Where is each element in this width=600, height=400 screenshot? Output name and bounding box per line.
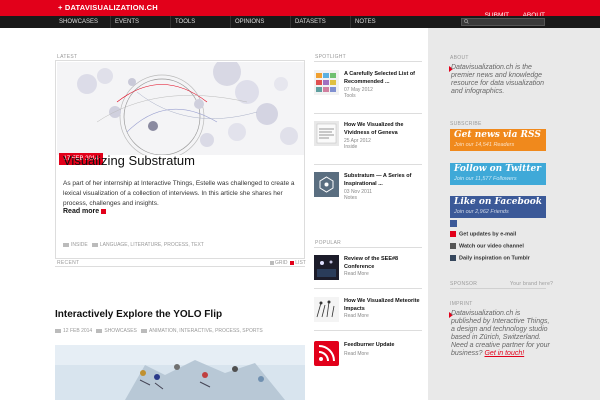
facebook-big-label: Like on Facebook — [454, 197, 542, 207]
spotlight-thumbnail — [314, 70, 339, 95]
popular-thumbnail — [314, 297, 339, 322]
recent-date: 12 FEB 2014 — [63, 328, 93, 334]
popular-category[interactable]: Read More — [344, 271, 369, 277]
grid-view-button[interactable]: GRID — [270, 260, 288, 266]
subscribe-label: SUBSCRIBE — [450, 121, 482, 127]
read-more-label: Read more — [63, 208, 100, 215]
latest-article-card[interactable]: 17 FEB 2014 Visualizing Substratum As pa… — [55, 60, 305, 259]
latest-category[interactable]: INSIDE — [71, 242, 88, 248]
tumblr-icon — [450, 255, 456, 261]
recent-tags[interactable]: ANIMATION, INTERACTIVE, PROCESS, SPORTS — [149, 328, 263, 334]
facebook-small-label: Join our 2,962 Friends — [454, 209, 509, 215]
spotlight-category[interactable]: Notes — [344, 195, 357, 201]
popular-title[interactable]: How We Visualized Meteorite Impacts — [344, 297, 426, 313]
tag-icon — [91, 242, 98, 247]
popular-category[interactable]: Read More — [344, 351, 369, 357]
popular-label: POPULAR — [315, 240, 341, 246]
read-more-link[interactable]: Read more — [63, 208, 107, 215]
rss-icon — [314, 341, 339, 366]
arrow-icon — [101, 208, 107, 214]
search-icon — [464, 19, 469, 24]
popular-title[interactable]: Feedburner Update — [344, 341, 426, 349]
email-updates-link[interactable]: Get updates by e-mail — [450, 231, 516, 237]
popular-divider — [314, 330, 422, 331]
spotlight-category[interactable]: Tools — [344, 93, 356, 99]
rss-subscribe-button[interactable]: Get news via RSS Join our 14,541 Readers — [450, 129, 546, 151]
latest-article-title[interactable]: Visualizing Substratum — [63, 153, 195, 168]
get-in-touch-link[interactable]: Get in touch! — [484, 350, 524, 357]
tumblr-link[interactable]: Daily inspiration on Tumblr — [450, 255, 530, 261]
top-bar: + DATAVISUALIZATION.CH SUBMIT ABOUT — [0, 0, 600, 19]
sponsor-label: SPONSOR — [450, 281, 478, 287]
latest-tags[interactable]: LANGUAGE, LITERATURE, PROCESS, TEXT — [100, 242, 204, 248]
email-icon — [450, 231, 456, 237]
spotlight-thumbnail — [314, 121, 339, 146]
nav-item-events[interactable]: EVENTS — [110, 16, 143, 28]
recent-article-meta: 12 FEB 2014 SHOWCASES ANIMATION, INTERAC… — [55, 328, 305, 334]
spotlight-divider — [314, 164, 422, 165]
spotlight-category[interactable]: Inside — [344, 144, 357, 150]
grid-icon — [270, 260, 274, 265]
recent-article-title[interactable]: Interactively Explore the YOLO Flip — [55, 309, 222, 320]
spotlight-title[interactable]: How We Visualized the Vividness of Genev… — [344, 121, 426, 137]
spotlight-divider — [314, 61, 422, 62]
list-view-button[interactable]: LIST — [290, 260, 306, 266]
video-channel-link[interactable]: Watch our video channel — [450, 243, 524, 249]
spotlight-title[interactable]: A Carefully Selected List of Recommended… — [344, 70, 426, 86]
about-text: Datavisualization.ch is the premier news… — [451, 64, 544, 95]
popular-thumbnail — [314, 255, 339, 280]
facebook-like-button[interactable]: Like on Facebook Join our 2,962 Friends — [450, 196, 546, 218]
popular-item[interactable]: Review of the SEE#8 Conference Read More — [314, 255, 424, 285]
popular-item[interactable]: How We Visualized Meteorite Impacts Read… — [314, 297, 424, 327]
spotlight-thumbnail — [314, 172, 339, 197]
view-toggle: GRID LIST — [270, 260, 306, 266]
sponsor-link[interactable]: Your brand here? — [510, 281, 553, 287]
spotlight-item[interactable]: Substratum — A Series of Inspirational .… — [314, 172, 424, 212]
recent-article-image[interactable] — [55, 345, 305, 400]
sponsor-divider — [450, 288, 546, 289]
nav-item-notes[interactable]: NOTES — [350, 16, 380, 28]
nav-item-tools[interactable]: TOOLS — [170, 16, 199, 28]
twitter-follow-button[interactable]: Follow on Twitter Join our 11,577 Follow… — [450, 163, 546, 185]
recent-label: RECENT — [57, 260, 80, 266]
imprint-text: Datavisualization.ch is published by Int… — [451, 310, 551, 358]
recent-divider — [55, 266, 305, 267]
latest-article-meta: INSIDE LANGUAGE, LITERATURE, PROCESS, TE… — [63, 242, 204, 248]
search-input[interactable] — [461, 18, 545, 26]
nav-item-datasets[interactable]: DATASETS — [290, 16, 330, 28]
spotlight-title[interactable]: Substratum — A Series of Inspirational .… — [344, 172, 426, 188]
twitter-small-label: Join our 11,577 Followers — [454, 176, 517, 182]
nav-item-showcases[interactable]: SHOWCASES — [55, 16, 102, 28]
latest-article-image — [57, 62, 304, 155]
rss-small-label: Join our 14,541 Readers — [454, 142, 515, 148]
popular-item[interactable]: Feedburner Update Read More — [314, 341, 424, 371]
tag-icon — [141, 328, 148, 333]
main-nav: SHOWCASES EVENTS TOOLS OPINIONS DATASETS… — [0, 16, 600, 28]
recent-category[interactable]: SHOWCASES — [104, 328, 137, 334]
list-icon — [290, 260, 295, 265]
facebook-icon[interactable] — [450, 220, 457, 227]
twitter-big-label: Follow on Twitter — [454, 164, 541, 174]
folder-icon — [96, 328, 103, 333]
popular-title[interactable]: Review of the SEE#8 Conference — [344, 255, 426, 271]
latest-article-excerpt: As part of her internship at Interactive… — [63, 180, 295, 207]
site-logo[interactable]: + DATAVISUALIZATION.CH — [58, 3, 158, 12]
popular-divider — [314, 247, 422, 248]
rss-big-label: Get news via RSS — [454, 130, 541, 140]
spotlight-item[interactable]: How We Visualized the Vividness of Genev… — [314, 121, 424, 161]
popular-divider — [314, 288, 422, 289]
popular-category[interactable]: Read More — [344, 313, 369, 319]
imprint-label: IMPRINT — [450, 301, 473, 307]
video-icon — [450, 243, 456, 249]
nav-item-opinions[interactable]: OPINIONS — [230, 16, 268, 28]
spotlight-divider — [314, 113, 422, 114]
spotlight-item[interactable]: A Carefully Selected List of Recommended… — [314, 70, 424, 110]
calendar-icon — [55, 328, 61, 333]
about-label: ABOUT — [450, 55, 469, 61]
folder-icon — [63, 242, 69, 247]
spotlight-label: SPOTLIGHT — [315, 54, 347, 60]
